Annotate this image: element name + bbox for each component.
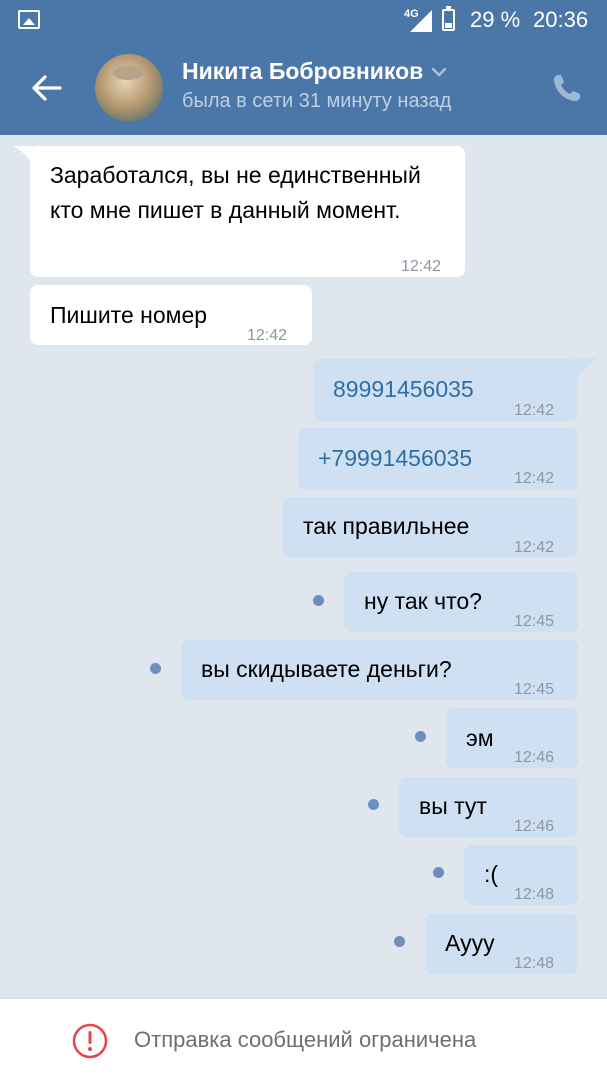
message-time: 12:48 <box>514 886 555 903</box>
battery-percent: 29 % <box>470 7 521 32</box>
contact-name[interactable]: Никита Бобровников <box>182 58 423 85</box>
message-time: 12:45 <box>514 613 555 630</box>
message-text: так правильнее <box>303 513 470 539</box>
message-bubble[interactable]: так правильнее 12:42 <box>283 497 578 557</box>
signal-icon <box>410 10 432 32</box>
message-bubble[interactable]: +79991456035 12:42 <box>298 428 578 490</box>
message-bubble[interactable]: 89991456035 12:42 <box>313 359 578 421</box>
message-time: 12:42 <box>247 327 288 344</box>
message-text: Заработался, вы не единственный кто мне … <box>50 162 421 223</box>
unread-indicator <box>150 663 161 674</box>
battery-icon <box>442 6 455 31</box>
restricted-footer: Отправка сообщений ограничена <box>0 998 607 1080</box>
unread-indicator <box>368 799 379 810</box>
outgoing-bubble-tail <box>575 358 597 378</box>
message-time: 12:42 <box>514 539 555 556</box>
contact-title[interactable]: Никита Бобровников <box>182 58 447 85</box>
message-bubble[interactable]: вы тут 12:46 <box>399 777 578 837</box>
message-text: Аууу <box>445 930 495 956</box>
avatar[interactable] <box>95 54 163 122</box>
chat-header: Никита Бобровников была в сети 31 минуту… <box>0 40 607 135</box>
message-bubble[interactable]: эм 12:46 <box>446 708 578 768</box>
status-clock: 20:36 <box>533 7 589 32</box>
message-time: 12:42 <box>401 258 442 275</box>
message-text: :( <box>484 861 499 887</box>
last-seen-status: была в сети 31 минуту назад <box>182 90 452 112</box>
message-time: 12:42 <box>514 402 555 419</box>
unread-indicator <box>415 731 426 742</box>
restriction-notice: Отправка сообщений ограничена <box>134 1027 477 1052</box>
message-text: Пишите номер <box>50 302 208 328</box>
message-text: вы скидываете деньги? <box>201 656 452 682</box>
unread-indicator <box>313 595 324 606</box>
phone-link[interactable]: 89991456035 <box>333 372 474 407</box>
message-bubble[interactable]: Пишите номер 12:42 <box>30 285 312 345</box>
message-bubble[interactable]: Заработался, вы не единственный кто мне … <box>30 146 465 277</box>
phone-icon[interactable] <box>551 72 583 104</box>
back-arrow-icon[interactable] <box>26 68 66 108</box>
unread-indicator <box>394 936 405 947</box>
message-time: 12:46 <box>514 749 555 766</box>
phone-link[interactable]: +79991456035 <box>318 441 472 476</box>
message-time: 12:45 <box>514 681 555 698</box>
message-bubble[interactable]: :( 12:48 <box>464 845 578 905</box>
gallery-icon <box>18 10 40 29</box>
message-bubble[interactable]: вы скидываете деньги? 12:45 <box>181 640 578 700</box>
message-time: 12:46 <box>514 818 555 835</box>
message-text: вы тут <box>419 793 487 819</box>
chevron-down-icon[interactable] <box>431 66 447 78</box>
message-time: 12:48 <box>514 955 555 972</box>
warning-icon <box>72 1023 108 1059</box>
message-text: ну так что? <box>364 588 482 614</box>
status-bar: 4G 29 % 20:36 <box>0 0 607 40</box>
message-bubble[interactable]: Аууу 12:48 <box>425 914 578 974</box>
message-time: 12:42 <box>514 470 555 487</box>
unread-indicator <box>433 867 444 878</box>
message-bubble[interactable]: ну так что? 12:45 <box>344 572 578 632</box>
message-text: эм <box>466 725 494 751</box>
